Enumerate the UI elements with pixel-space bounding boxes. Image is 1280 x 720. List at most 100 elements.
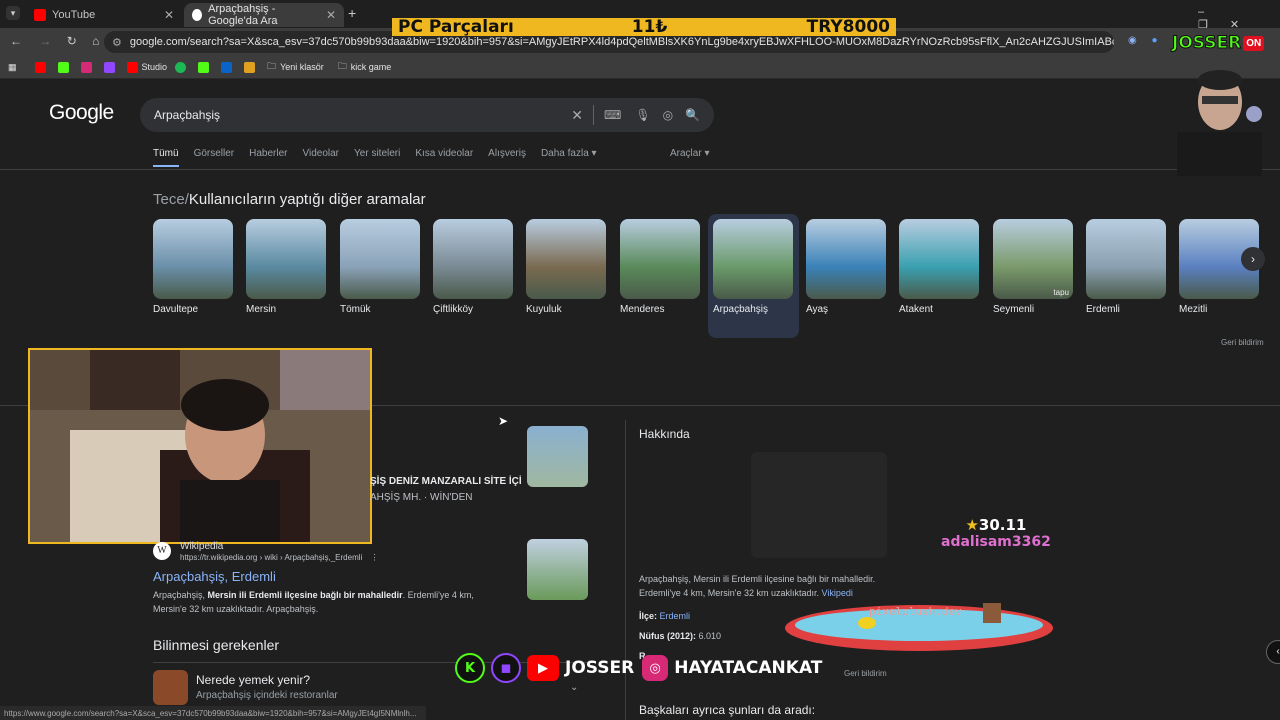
nufus-row: Nüfus (2012): 6.010 — [639, 631, 721, 641]
ilce-link[interactable]: Erdemli — [660, 611, 691, 621]
related-label[interactable]: Tömük — [340, 304, 371, 315]
donor-name: adalisam3362 — [941, 534, 1051, 550]
result-thumbnail-1[interactable] — [527, 426, 588, 487]
studio-icon — [126, 61, 138, 73]
tab-all[interactable]: Tümü — [153, 148, 179, 167]
thumb-watermark: tapu — [1053, 288, 1069, 297]
related-label[interactable]: Mersin — [246, 304, 276, 315]
related-thumbnail[interactable] — [526, 219, 606, 299]
mic-icon[interactable]: 🎙 — [635, 108, 650, 122]
related-label[interactable]: Ayaş — [806, 304, 828, 315]
streamer-cutout — [1162, 62, 1272, 176]
tab-short-videos[interactable]: Kısa videolar — [415, 148, 473, 167]
about-source-link[interactable]: Vikipedi — [822, 588, 853, 598]
google-logo[interactable]: Google — [49, 101, 114, 125]
reload-icon[interactable]: ↻ — [67, 34, 77, 48]
twitch-icon: ◼ — [491, 653, 521, 683]
apps-icon[interactable]: ▦ — [8, 62, 17, 73]
title-prefix: Tece — [153, 191, 185, 208]
related-thumbnail[interactable] — [340, 219, 420, 299]
bookmark-youtube[interactable] — [34, 61, 50, 73]
brand-on-badge: ON — [1243, 35, 1265, 51]
result-menu-icon[interactable]: ⋮ — [371, 553, 379, 562]
tab-images[interactable]: Görseller — [194, 148, 235, 167]
related-label[interactable]: Davultepe — [153, 304, 198, 315]
bookmark-ext[interactable] — [244, 61, 259, 73]
related-thumbnail[interactable] — [153, 219, 233, 299]
donation-alert: ★30.11 adalisam3362 — [941, 516, 1051, 550]
bookmark-spotify[interactable] — [175, 61, 190, 73]
related-thumbnail[interactable] — [620, 219, 700, 299]
extension-icons: ◉ ● — [1128, 35, 1158, 46]
bookmark-kick[interactable] — [57, 61, 73, 73]
carousel-next-button[interactable]: › — [1241, 247, 1265, 271]
about-text: Arpaçbahşiş, Mersin ili Erdemli ilçesine… — [639, 572, 899, 600]
bookmark-kick-2[interactable] — [198, 61, 213, 73]
extension-icon[interactable]: ● — [1152, 35, 1158, 46]
things-question[interactable]: Nerede yemek yenir? — [196, 673, 310, 687]
bookmark-studio[interactable]: Studio — [126, 61, 167, 73]
related-label[interactable]: Seymenli — [993, 304, 1034, 315]
wiki-url: https://tr.wikipedia.org › wiki › Arpaçb… — [180, 553, 379, 562]
wiki-favicon: W — [153, 542, 171, 560]
tab-places[interactable]: Yer siteleri — [354, 148, 400, 167]
wiki-result-title[interactable]: Arpaçbahşiş, Erdemli — [153, 569, 276, 584]
related-thumbnail[interactable] — [806, 219, 886, 299]
related-label[interactable]: Çiftlikköy — [433, 304, 473, 315]
bookmark-outlook[interactable] — [221, 61, 236, 73]
about-feedback-link[interactable]: Geri bildirim — [844, 669, 887, 678]
related-thumbnail[interactable]: tapu — [993, 219, 1073, 299]
search-box[interactable]: Arpaçbahşiş ✕ ⌨ 🎙 ◎ 🔍 — [140, 98, 714, 132]
tab-youtube[interactable]: YouTube ✕ — [26, 3, 182, 27]
related-thumbnail[interactable] — [1086, 219, 1166, 299]
related-label[interactable]: Menderes — [620, 304, 664, 315]
youtube-icon: ▶ — [527, 655, 559, 681]
cast-icon[interactable]: ◉ — [1128, 35, 1137, 46]
divider — [593, 105, 594, 125]
mouse-cursor-icon: ➤ — [498, 414, 509, 428]
bookmark-instagram[interactable] — [80, 61, 96, 73]
bookmark-folder-yeni[interactable]: 🗀 Yeni klasör — [267, 59, 324, 75]
tab-news[interactable]: Haberler — [249, 148, 287, 167]
result-thumbnail-2[interactable] — [527, 539, 588, 600]
related-thumbnail[interactable] — [899, 219, 979, 299]
search-icon[interactable]: 🔍 — [685, 108, 700, 122]
back-icon[interactable]: ← — [10, 34, 22, 48]
related-label[interactable]: Kuyuluk — [526, 304, 562, 315]
streamer-logo: JOSSER ON — [1171, 30, 1276, 56]
link-status-bar: https://www.google.com/search?sa=X&sca_e… — [0, 706, 426, 720]
related-searches-title: Tece/Kullanıcıların yaptığı diğer aramal… — [153, 191, 426, 208]
folder-icon: 🗀 — [337, 61, 347, 71]
goal-label: PC Parçaları — [398, 17, 514, 37]
related-label[interactable]: Atakent — [899, 304, 933, 315]
wiki-url-text: https://tr.wikipedia.org › wiki › Arpaçb… — [180, 553, 363, 562]
search-input[interactable]: Arpaçbahşiş — [154, 108, 220, 122]
tab-videos[interactable]: Videolar — [303, 148, 340, 167]
home-icon[interactable]: ⌂ — [92, 34, 99, 48]
tools-button[interactable]: Araçlar ▾ — [670, 148, 709, 159]
related-thumbnail[interactable] — [713, 219, 793, 299]
tab-google[interactable]: Arpaçbahşiş - Google'da Ara ✕ — [184, 3, 344, 27]
related-thumbnail[interactable] — [246, 219, 326, 299]
tab-shopping[interactable]: Alışveriş — [488, 148, 526, 167]
bookmark-folder-kick[interactable]: 🗀 kick game — [338, 59, 392, 75]
new-tab-button[interactable]: + — [348, 5, 356, 21]
keyboard-icon[interactable]: ⌨ — [604, 108, 621, 122]
clear-icon[interactable]: ✕ — [571, 107, 583, 124]
related-label[interactable]: Erdemli — [1086, 304, 1120, 315]
related-thumbnail[interactable] — [433, 219, 513, 299]
forward-icon[interactable]: → — [39, 34, 51, 48]
tab-more[interactable]: Daha fazla ▾ — [541, 148, 597, 167]
wiki-snippet: Arpaçbahşiş, Mersin ili Erdemli ilçesine… — [153, 588, 503, 616]
tab-search-icon[interactable]: ▾ — [6, 6, 20, 20]
pixel-pool-overlay: pixelplush.dev — [783, 593, 1056, 653]
minimize-icon[interactable]: – — [1198, 6, 1226, 18]
feedback-link[interactable]: Geri bildirim — [1221, 338, 1264, 347]
related-label[interactable]: Arpaçbahşiş — [713, 304, 768, 315]
related-label[interactable]: Mezitli — [1179, 304, 1207, 315]
close-tab-icon[interactable]: ✕ — [164, 8, 174, 22]
site-info-icon[interactable]: ⚙ — [112, 36, 122, 49]
lens-icon[interactable]: ◎ — [663, 108, 673, 122]
bookmark-twitch[interactable] — [103, 61, 119, 73]
close-tab-icon[interactable]: ✕ — [326, 8, 336, 22]
